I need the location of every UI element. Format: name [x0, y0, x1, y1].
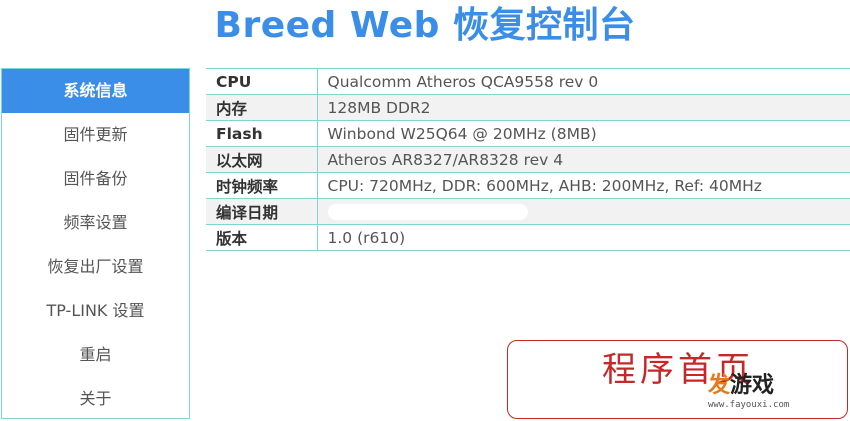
redacted-mark [327, 204, 528, 220]
logo-text-part1: 发 [708, 373, 731, 398]
info-value-cpu: Qualcomm Atheros QCA9558 rev 0 [317, 68, 850, 95]
logo-url: www.fayouxi.com [708, 400, 790, 410]
info-key-flash: Flash [206, 120, 318, 147]
table-row: 内存 128MB DDR2 [206, 94, 850, 121]
table-row: 编译日期 [206, 198, 850, 225]
info-value-clock: CPU: 720MHz, DDR: 600MHz, AHB: 200MHz, R… [317, 172, 850, 199]
info-value-version: 1.0 (r610) [317, 224, 850, 251]
table-row: 版本 1.0 (r610) [206, 224, 850, 251]
logo-text: 发游戏 [708, 373, 818, 399]
sidebar-item-firmware-backup[interactable]: 固件备份 [2, 157, 189, 201]
sidebar-item-about[interactable]: 关于 [2, 377, 189, 421]
sidebar-item-reboot[interactable]: 重启 [2, 333, 189, 377]
info-value-flash: Winbond W25Q64 @ 20MHz (8MB) [317, 120, 850, 147]
page-title: Breed Web 恢复控制台 [214, 5, 636, 46]
sidebar-item-system-info[interactable]: 系统信息 [2, 69, 189, 113]
system-info-table: CPU Qualcomm Atheros QCA9558 rev 0 内存 12… [206, 68, 850, 251]
info-key-clock: 时钟频率 [206, 172, 318, 199]
table-row: CPU Qualcomm Atheros QCA9558 rev 0 [206, 68, 850, 95]
info-key-cpu: CPU [206, 68, 318, 95]
sidebar-item-tplink-settings[interactable]: TP-LINK 设置 [2, 289, 189, 333]
table-row: 时钟频率 CPU: 720MHz, DDR: 600MHz, AHB: 200M… [206, 172, 850, 199]
logo-text-part2: 游戏 [730, 373, 775, 398]
sidebar-item-firmware-update[interactable]: 固件更新 [2, 113, 189, 157]
sidebar-item-factory-reset[interactable]: 恢复出厂设置 [2, 245, 189, 289]
info-key-memory: 内存 [206, 94, 318, 121]
watermark-logo: 发游戏 www.fayouxi.com [708, 373, 818, 417]
table-row: Flash Winbond W25Q64 @ 20MHz (8MB) [206, 120, 850, 147]
info-value-ethernet: Atheros AR8327/AR8328 rev 4 [317, 146, 850, 173]
sidebar-nav: 系统信息 固件更新 固件备份 频率设置 恢复出厂设置 TP-LINK 设置 重启… [1, 68, 190, 419]
info-value-memory: 128MB DDR2 [317, 94, 850, 121]
info-key-ethernet: 以太网 [206, 146, 318, 173]
table-row: 以太网 Atheros AR8327/AR8328 rev 4 [206, 146, 850, 173]
info-key-version: 版本 [206, 224, 318, 251]
sidebar-item-frequency-settings[interactable]: 频率设置 [2, 201, 189, 245]
info-value-build-date [317, 198, 850, 225]
promo-banner[interactable]: 程序首页 发游戏 www.fayouxi.com [507, 340, 848, 419]
info-key-build-date: 编译日期 [206, 198, 318, 225]
